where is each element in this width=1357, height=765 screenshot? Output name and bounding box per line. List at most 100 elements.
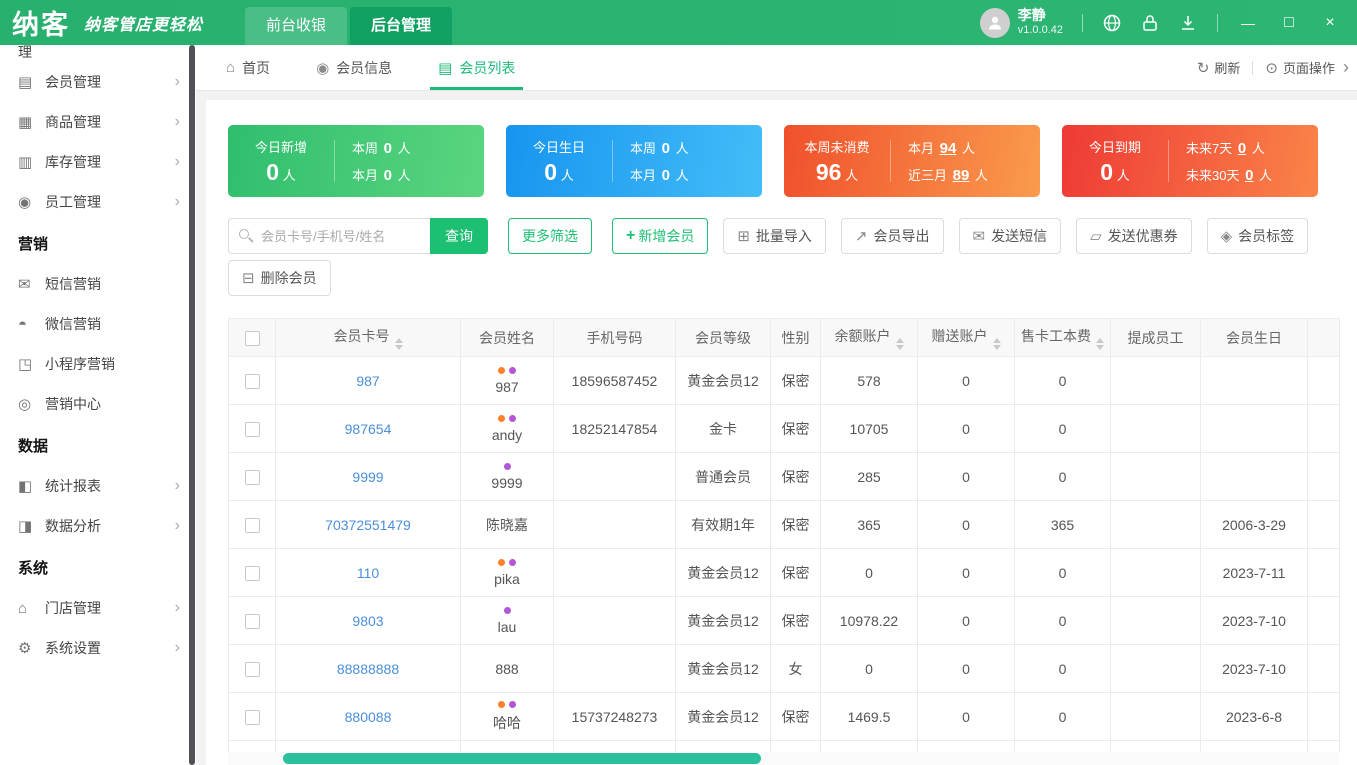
button-label: 批量导入	[755, 228, 812, 244]
row-checkbox[interactable]	[244, 517, 260, 533]
stat-card-rows: 本周 0 人本月 0 人	[613, 138, 762, 184]
tab-home[interactable]: ⌂ 首页	[226, 45, 270, 90]
fee-cell: 0	[1014, 452, 1111, 501]
sort-icon[interactable]	[394, 337, 403, 350]
horizontal-scrollbar-thumb[interactable]	[283, 752, 761, 764]
name-cell: 888	[460, 644, 554, 693]
member-tag-button[interactable]: ◈ 会员标签	[1206, 218, 1309, 254]
chevron-right-icon: ›	[174, 73, 180, 90]
stat-card-row[interactable]: 未来7天 0 人	[1186, 138, 1318, 157]
add-member-button[interactable]: + 新增会员	[612, 218, 709, 254]
column-header-fee: 售卡工本费	[1014, 318, 1111, 357]
sidebar-item-label: 系统设置	[45, 640, 101, 656]
members-icon: ◉	[316, 59, 330, 77]
balance-cell: 10705	[820, 404, 918, 453]
member-card-link[interactable]: 9999	[352, 469, 383, 485]
sidebar-item-member-management[interactable]: ▤ 会员管理 ›	[0, 62, 196, 102]
sidebar-item-sms-marketing[interactable]: ✉ 短信营销	[0, 264, 196, 304]
column-header-level: 会员等级	[675, 318, 771, 357]
stat-card-no-consume-week[interactable]: 本周未消费 96 人 本月 94 人近三月 89 人	[784, 125, 1040, 197]
tag-dot-purple	[509, 366, 516, 374]
globe-icon[interactable]	[1102, 13, 1122, 33]
sidebar-scrollbar-thumb[interactable]	[189, 45, 195, 765]
minimize-button[interactable]: —	[1237, 15, 1259, 31]
horizontal-scrollbar[interactable]	[228, 751, 1339, 765]
table-row: 9803 lau 黄金会员12 保密 10978.22 0 0 2023-7-10	[228, 596, 1340, 645]
topbar-right: 李静 v1.0.0.42 — □ ×	[979, 7, 1357, 38]
stat-card-birthday-today[interactable]: 今日生日 0 人 本周 0 人本月 0 人	[506, 125, 762, 197]
lock-icon[interactable]	[1141, 13, 1159, 33]
sidebar-item-system-settings[interactable]: ⚙ 系统设置 ›	[0, 628, 196, 668]
sidebar-scrollbar[interactable]	[189, 45, 195, 765]
sidebar-item-store-management[interactable]: ⌂ 门店管理 ›	[0, 588, 196, 628]
export-member-button[interactable]: ↗ 会员导出	[840, 218, 944, 254]
row-checkbox[interactable]	[244, 661, 260, 677]
maximize-button[interactable]: □	[1278, 14, 1300, 32]
batch-import-button[interactable]: ⊞ 批量导入	[723, 218, 826, 254]
birthday-cell	[1200, 404, 1308, 453]
sidebar-item-wechat-marketing[interactable]: ◓ 微信营销	[0, 304, 196, 344]
gift-cell: 0	[917, 644, 1015, 693]
sidebar-item-statistics-report[interactable]: ◧ 统计报表 ›	[0, 466, 196, 506]
send-coupon-button[interactable]: ▱ 发送优惠券	[1076, 218, 1192, 254]
staff-cell	[1110, 692, 1201, 741]
tag-icon: ◈	[1220, 228, 1233, 245]
sidebar-item-staff-management[interactable]: ◉ 员工管理 ›	[0, 182, 196, 222]
stat-card-row[interactable]: 本月 94 人	[908, 138, 1040, 157]
row-checkbox[interactable]	[244, 613, 260, 629]
fee-cell: 0	[1014, 356, 1111, 405]
stat-card-row: 本月 0 人	[630, 167, 689, 184]
row-checkbox[interactable]	[244, 421, 260, 437]
select-all-checkbox[interactable]	[244, 330, 260, 346]
nav-tab-front-cashier[interactable]: 前台收银	[245, 7, 348, 45]
member-card-link[interactable]: 70372551479	[325, 517, 411, 533]
sidebar-item-data-analysis[interactable]: ◨ 数据分析 ›	[0, 506, 196, 546]
sort-icon[interactable]	[895, 337, 904, 350]
download-icon[interactable]	[1178, 13, 1198, 33]
stat-card-left: 今日生日 0 人	[506, 137, 612, 186]
send-sms-button[interactable]: ✉ 发送短信	[958, 218, 1062, 254]
nav-tab-backend-admin[interactable]: 后台管理	[350, 7, 453, 45]
partial-cell	[1307, 500, 1340, 549]
member-toolbar-row2: ⊟ 删除会员	[228, 260, 1357, 296]
card-cell: 88888888	[275, 644, 461, 693]
gender-cell: 女	[770, 644, 821, 693]
stat-card-expire-today[interactable]: 今日到期 0 人 未来7天 0 人未来30天 0 人	[1062, 125, 1318, 197]
stat-card-new-today[interactable]: 今日新增 0 人 本周 0 人本月 0 人	[228, 125, 484, 197]
search-input[interactable]	[228, 218, 430, 254]
member-tags	[462, 366, 553, 374]
gift-cell: 0	[917, 452, 1015, 501]
row-checkbox[interactable]	[244, 469, 260, 485]
tab-member-list[interactable]: ▤ 会员列表	[430, 45, 524, 90]
tab-member-info[interactable]: ◉ 会员信息	[316, 45, 392, 90]
member-card-link[interactable]: 9803	[352, 613, 383, 629]
close-button[interactable]: ×	[1319, 14, 1341, 32]
avatar[interactable]	[979, 7, 1010, 38]
phone-cell	[553, 596, 676, 645]
sidebar-item-product-management[interactable]: ▦ 商品管理 ›	[0, 102, 196, 142]
row-checkbox[interactable]	[244, 373, 260, 389]
column-header-gender: 性别	[770, 318, 821, 357]
sidebar-item-marketing-center[interactable]: ◎ 营销中心	[0, 384, 196, 424]
sort-icon[interactable]	[992, 337, 1001, 350]
query-button[interactable]: 查询	[430, 218, 488, 254]
member-card-link[interactable]: 987	[356, 373, 379, 389]
more-filter-button[interactable]: 更多筛选	[508, 218, 592, 254]
member-name: 987	[495, 378, 519, 395]
sidebar-item-miniapp-marketing[interactable]: ◳ 小程序营销	[0, 344, 196, 384]
chevron-right-icon[interactable]: ›	[1343, 57, 1349, 78]
row-checkbox[interactable]	[244, 565, 260, 581]
member-card-link[interactable]: 880088	[345, 709, 392, 725]
member-card-link[interactable]: 110	[357, 565, 379, 581]
sidebar-item-inventory-management[interactable]: ▥ 库存管理 ›	[0, 142, 196, 182]
refresh-button[interactable]: ↻ 刷新	[1197, 58, 1241, 77]
delete-member-button[interactable]: ⊟ 删除会员	[228, 260, 331, 296]
member-card-link[interactable]: 987654	[345, 421, 392, 437]
page-operations-button[interactable]: ⊙ 页面操作	[1265, 58, 1335, 77]
sort-icon[interactable]	[1096, 337, 1104, 350]
row-checkbox[interactable]	[244, 709, 260, 725]
stat-card-row[interactable]: 近三月 89 人	[908, 165, 1040, 184]
stat-card-row[interactable]: 未来30天 0 人	[1186, 165, 1318, 184]
member-card-link[interactable]: 88888888	[337, 661, 399, 677]
app-slogan: 纳客管店更轻松	[84, 14, 204, 34]
